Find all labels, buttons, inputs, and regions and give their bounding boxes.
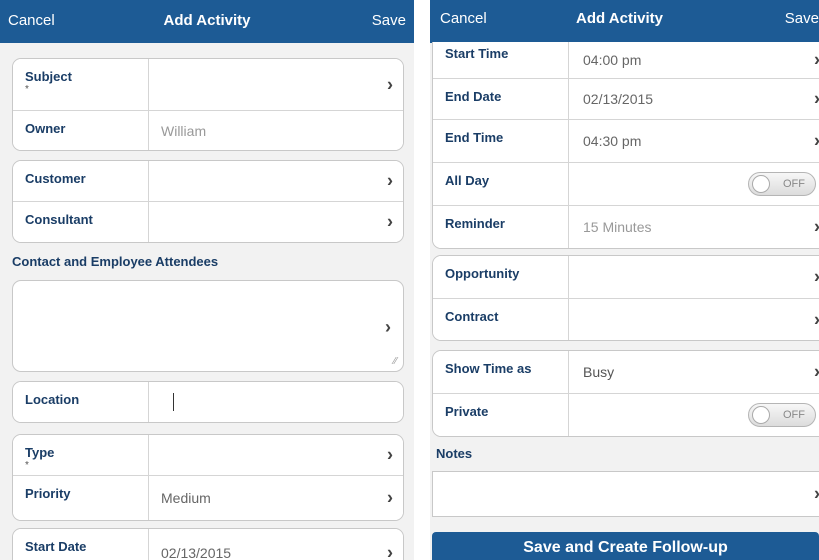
chevron-right-icon: › (814, 217, 819, 238)
priority-label: Priority (13, 476, 149, 520)
cancel-button[interactable]: Cancel (8, 12, 55, 29)
customer-consultant-group: Customer › Consultant › (12, 160, 404, 243)
attendees-field[interactable]: › ⁄⁄ (12, 280, 404, 372)
priority-row[interactable]: Priority Medium › (13, 476, 403, 520)
attendees-label: Contact and Employee Attendees (12, 254, 219, 269)
required-mark: * (25, 460, 29, 471)
end-time-label: End Time (433, 120, 569, 162)
opportunity-label: Opportunity (433, 256, 569, 298)
toggle-knob (752, 406, 770, 424)
start-date-row[interactable]: Start Date 02/13/2015 › (13, 529, 403, 560)
consultant-label: Consultant (13, 202, 149, 242)
chevron-right-icon: › (814, 362, 819, 383)
page-title: Add Activity (163, 12, 251, 29)
type-label: Type * (13, 435, 149, 475)
toggle-state: OFF (783, 409, 805, 421)
private-row: Private OFF (433, 394, 819, 436)
end-time-row[interactable]: End Time 04:30 pm › (433, 120, 819, 163)
subject-label: Subject * (13, 59, 149, 110)
reminder-label: Reminder (433, 206, 569, 248)
start-date-value: 02/13/2015 (161, 545, 232, 560)
chevron-right-icon: › (814, 50, 819, 71)
customer-row[interactable]: Customer › (13, 161, 403, 202)
type-row[interactable]: Type * › (13, 435, 403, 476)
notes-label: Notes (436, 446, 473, 461)
toggle-state: OFF (783, 178, 805, 190)
resize-handle-icon[interactable]: ⁄⁄ (394, 356, 397, 367)
chevron-right-icon: › (814, 267, 819, 288)
page-title: Add Activity (576, 10, 663, 27)
opportunity-row[interactable]: Opportunity › (433, 256, 819, 299)
end-time-value: 04:30 pm (583, 133, 642, 149)
chevron-right-icon: › (814, 309, 819, 330)
chevron-right-icon: › (814, 484, 819, 505)
chevron-right-icon: › (387, 444, 393, 465)
location-group: Location (12, 381, 404, 423)
chevron-right-icon: › (387, 170, 393, 191)
text-cursor (173, 393, 174, 411)
chevron-right-icon: › (387, 542, 393, 560)
location-input[interactable] (161, 382, 174, 422)
start-date-group: Start Date 02/13/2015 › (12, 528, 404, 560)
type-priority-group: Type * › Priority Medium › (12, 434, 404, 521)
consultant-row[interactable]: Consultant › (13, 202, 403, 242)
private-toggle[interactable]: OFF (748, 403, 816, 427)
opportunity-contract-group: Opportunity › Contract › (432, 255, 819, 341)
end-date-label: End Date (433, 79, 569, 119)
save-button[interactable]: Save (785, 10, 819, 27)
start-time-row[interactable]: Start Time 04:00 pm › (433, 42, 819, 79)
end-date-row[interactable]: End Date 02/13/2015 › (433, 79, 819, 120)
start-time-value: 04:00 pm (583, 52, 642, 68)
required-mark: * (25, 84, 29, 95)
owner-value: William (161, 122, 207, 139)
chevron-right-icon: › (385, 317, 391, 337)
show-time-private-group: Show Time as Busy › Private OFF (432, 350, 819, 437)
time-group: Start Time 04:00 pm › End Date 02/13/201… (432, 42, 819, 249)
location-row[interactable]: Location (13, 382, 403, 422)
navbar: Cancel Add Activity Save (430, 0, 819, 43)
reminder-row[interactable]: Reminder 15 Minutes › (433, 206, 819, 248)
notes-field[interactable]: › (432, 471, 819, 517)
owner-row[interactable]: Owner William (13, 111, 403, 150)
navbar: Cancel Add Activity Save (0, 0, 414, 43)
show-time-row[interactable]: Show Time as Busy › (433, 351, 819, 394)
show-time-value: Busy (583, 364, 615, 380)
private-label: Private (433, 394, 569, 436)
all-day-row: All Day OFF (433, 163, 819, 206)
contract-label: Contract (433, 299, 569, 340)
save-and-create-followup-button[interactable]: Save and Create Follow-up (432, 532, 819, 560)
chevron-right-icon: › (814, 89, 819, 110)
customer-label: Customer (13, 161, 149, 201)
start-time-label: Start Time (433, 42, 569, 78)
show-time-label: Show Time as (433, 351, 569, 393)
all-day-toggle[interactable]: OFF (748, 172, 816, 196)
right-pane: Cancel Add Activity Save Start Time 04:0… (430, 0, 819, 560)
owner-label: Owner (13, 111, 149, 150)
toggle-knob (752, 175, 770, 193)
subject-owner-group: Subject * › Owner William (12, 58, 404, 151)
all-day-label: All Day (433, 163, 569, 205)
start-date-label: Start Date (13, 529, 149, 560)
cancel-button[interactable]: Cancel (440, 10, 487, 27)
chevron-right-icon: › (387, 487, 393, 508)
contract-row[interactable]: Contract › (433, 299, 819, 340)
subject-row[interactable]: Subject * › (13, 59, 403, 111)
left-pane: Cancel Add Activity Save Subject * › Owne… (0, 0, 414, 560)
chevron-right-icon: › (387, 74, 393, 94)
chevron-right-icon: › (387, 211, 393, 232)
priority-value: Medium (161, 490, 211, 506)
chevron-right-icon: › (814, 131, 819, 152)
reminder-value: 15 Minutes (583, 219, 652, 235)
end-date-value: 02/13/2015 (583, 91, 654, 107)
location-label: Location (13, 382, 149, 422)
save-button[interactable]: Save (372, 12, 406, 29)
